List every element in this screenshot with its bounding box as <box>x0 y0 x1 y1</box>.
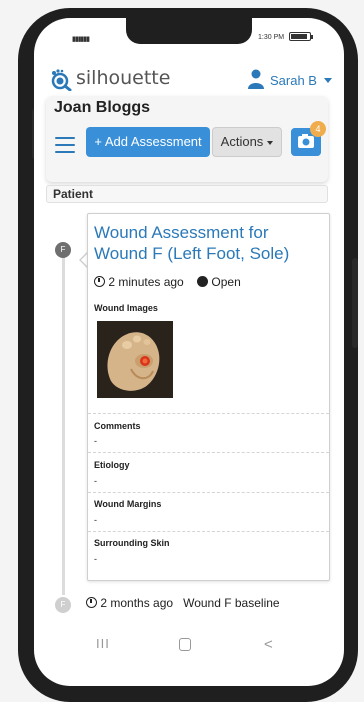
section-label: Comments <box>94 421 141 431</box>
signal-icon: ▮▮▮▮▮▮ <box>72 35 90 43</box>
section-value: - <box>94 515 97 525</box>
entry-text: Wound F baseline <box>183 596 280 610</box>
assessment-card: Wound Assessment for Wound F (Left Foot,… <box>87 213 330 581</box>
section-value: - <box>94 436 97 446</box>
caret-down-icon <box>267 140 274 145</box>
magnifier-foot-icon[interactable] <box>48 67 72 91</box>
person-icon[interactable] <box>247 69 265 89</box>
divider <box>88 413 329 414</box>
back-icon[interactable]: < <box>264 636 273 653</box>
assessment-time: 2 minutes ago <box>108 275 184 289</box>
patient-card: Joan Bloggs + Add Assessment Actions 4 <box>46 96 328 182</box>
user-menu[interactable]: Sarah B <box>270 73 317 88</box>
chevron-down-icon[interactable] <box>324 78 332 83</box>
divider <box>88 492 329 493</box>
wound-images-label: Wound Images <box>94 303 158 313</box>
assessment-title-link[interactable]: Wound Assessment for Wound F (Left Foot,… <box>94 222 320 264</box>
actions-label: Actions <box>220 134 264 149</box>
section-value: - <box>94 554 97 564</box>
pencil-icon <box>197 276 209 287</box>
assessment-status: Open <box>211 275 241 289</box>
clock-icon <box>86 597 97 608</box>
section-label: Etiology <box>94 460 130 470</box>
app-header: silhouette Sarah B <box>34 62 344 98</box>
android-nav-bar: III < <box>34 636 344 666</box>
side-button <box>352 258 358 348</box>
section-label: Wound Margins <box>94 499 162 509</box>
notch <box>126 18 252 44</box>
actions-dropdown[interactable]: Actions <box>212 127 282 157</box>
app-logo-text[interactable]: silhouette <box>76 67 170 89</box>
hamburger-icon[interactable] <box>55 137 75 153</box>
section-value: - <box>94 476 97 486</box>
add-assessment-button[interactable]: + Add Assessment <box>86 127 210 157</box>
entry-time: 2 months ago <box>100 596 174 610</box>
wound-photo[interactable] <box>97 321 173 398</box>
battery-icon <box>289 32 313 41</box>
status-time: 1:30 PM <box>258 34 285 41</box>
timeline-entry-baseline[interactable]: 2 months ago Wound F baseline <box>86 596 344 614</box>
tab-label: Patient <box>53 187 94 201</box>
home-icon[interactable] <box>179 638 191 651</box>
tab-patient[interactable]: Patient <box>46 185 328 203</box>
divider <box>88 531 329 532</box>
patient-name: Joan Bloggs <box>54 99 151 116</box>
app-screen: ▮▮▮▮▮▮ 1:30 PM silhouette Sarah B Joan B… <box>34 18 344 686</box>
divider <box>88 452 329 453</box>
section-label: Surrounding Skin <box>94 538 170 548</box>
clock-icon <box>94 276 105 287</box>
assessment-meta: 2 minutes ago Open <box>94 275 241 289</box>
timeline-marker: F <box>55 597 71 613</box>
timeline-line <box>62 250 65 595</box>
timeline-marker: F <box>55 242 71 258</box>
camera-count-badge: 4 <box>310 121 326 137</box>
battery-level <box>291 34 308 39</box>
recent-apps-icon[interactable]: III <box>96 636 110 651</box>
